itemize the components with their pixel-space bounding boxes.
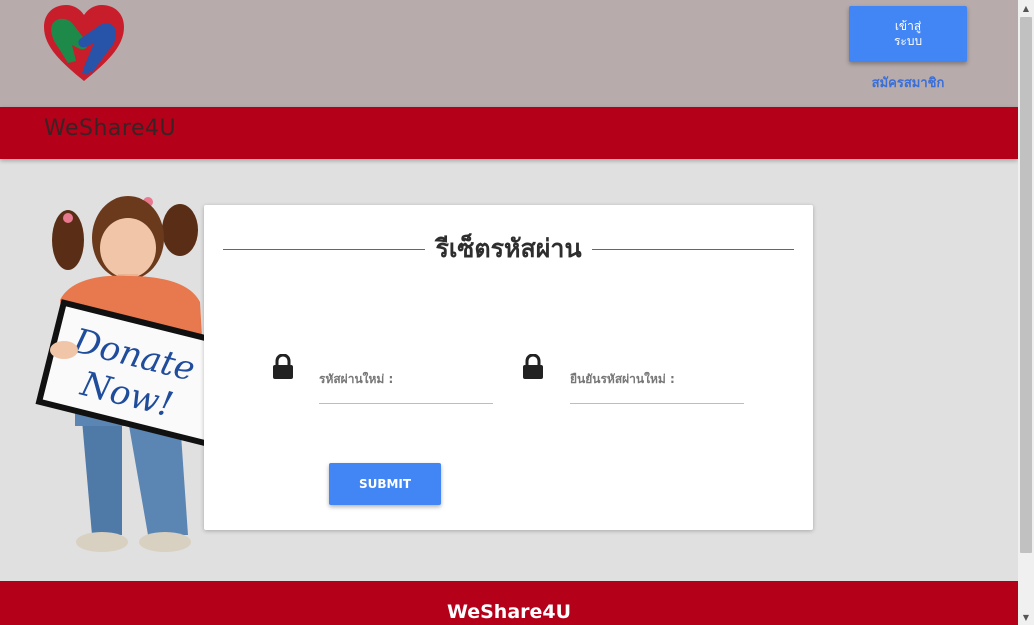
donate-child-image: Donate Now! xyxy=(35,196,215,552)
footer: WeShare4U xyxy=(0,581,1018,625)
confirm-password-input[interactable] xyxy=(570,370,744,400)
vertical-scrollbar[interactable]: ▲ ▼ xyxy=(1018,0,1034,625)
top-header: เข้าสู่ ระบบ สมัครสมาชิก xyxy=(0,0,1018,107)
reset-password-card: รีเซ็ตรหัสผ่าน รหัสผ่านใหม่ : ยืนยันรหัส… xyxy=(204,205,813,530)
card-title: รีเซ็ตรหัสผ่าน xyxy=(435,234,582,263)
scroll-up-arrow-icon[interactable]: ▲ xyxy=(1018,0,1034,16)
scrollbar-thumb[interactable] xyxy=(1020,17,1032,553)
confirm-password-underline xyxy=(570,403,744,404)
new-password-field[interactable]: รหัสผ่านใหม่ : xyxy=(319,370,493,404)
new-password-underline xyxy=(319,403,493,404)
register-link[interactable]: สมัครสมาชิก xyxy=(849,72,967,93)
lock-icon xyxy=(523,354,543,379)
heart-hands-logo[interactable] xyxy=(42,3,126,83)
login-button[interactable]: เข้าสู่ ระบบ xyxy=(849,6,967,62)
card-title-row: รีเซ็ตรหัสผ่าน xyxy=(223,233,794,265)
new-password-input[interactable] xyxy=(319,370,493,400)
navbar: WeShare4U xyxy=(0,107,1018,159)
footer-brand: WeShare4U xyxy=(446,601,572,623)
confirm-password-field[interactable]: ยืนยันรหัสผ่านใหม่ : xyxy=(570,370,744,404)
submit-button[interactable]: SUBMIT xyxy=(329,463,441,505)
navbar-brand[interactable]: WeShare4U xyxy=(44,116,176,141)
scroll-down-arrow-icon[interactable]: ▼ xyxy=(1018,609,1034,625)
lock-icon xyxy=(273,354,293,379)
title-divider-left xyxy=(223,248,426,250)
title-divider-right xyxy=(591,248,794,250)
